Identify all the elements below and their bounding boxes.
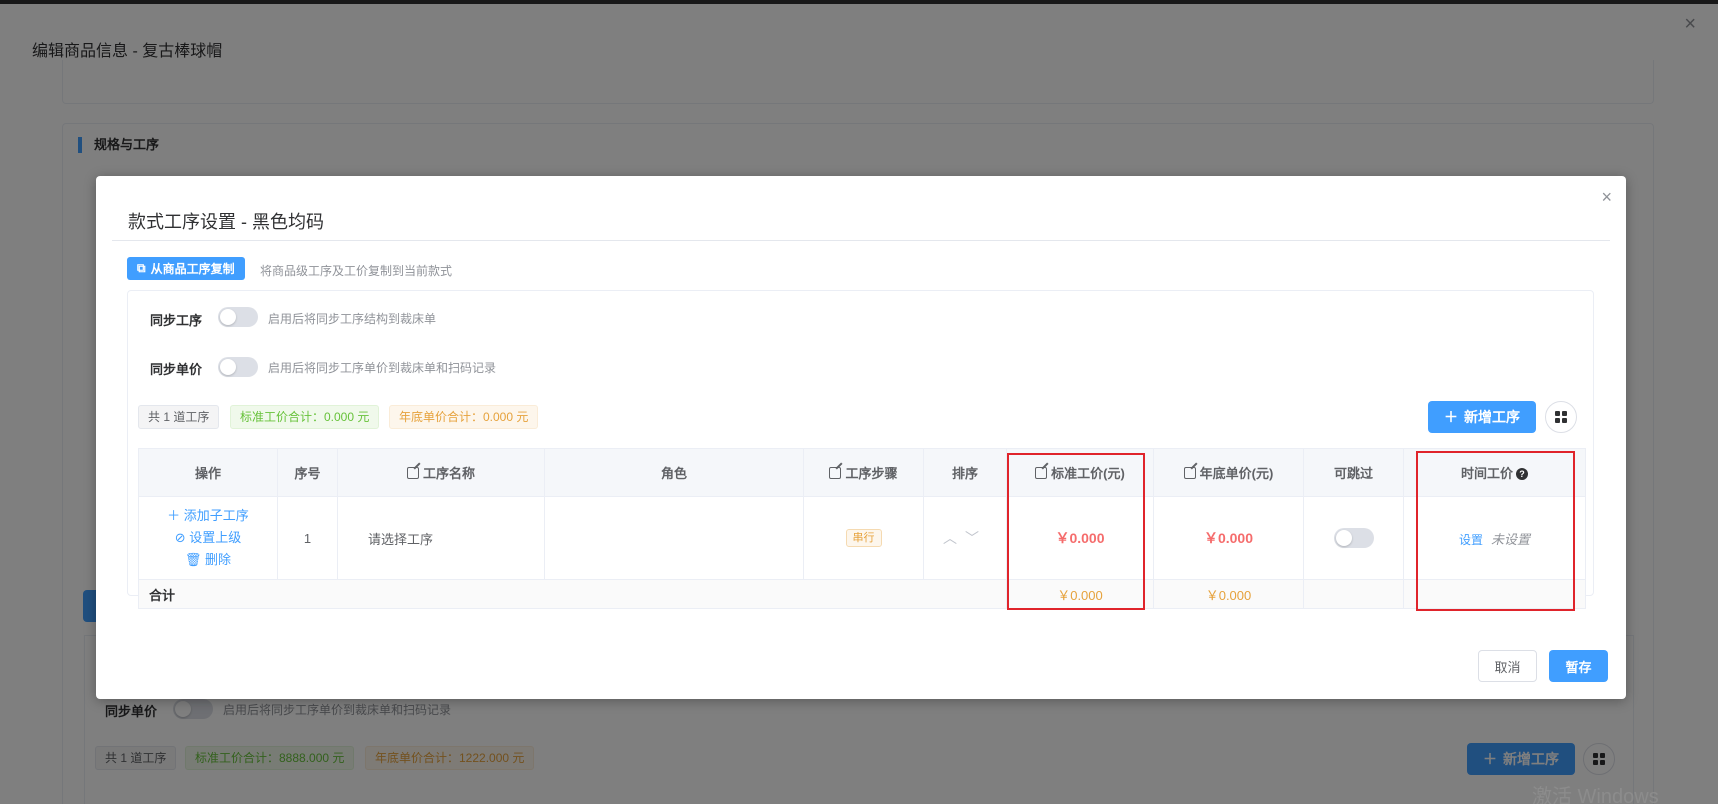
sync-price-hint: 启用后将同步工序单价到裁床单和扫码记录 [268,361,497,375]
header-seq: 序号 [277,448,338,497]
year-price-value[interactable]: ￥0.000 [1204,530,1253,546]
edit-icon [829,467,842,479]
layout-toggle-button[interactable] [1545,401,1577,433]
set-parent-link[interactable]: ⊘ 设置上级 [139,527,277,549]
sort-cell: ︿﹀ [923,496,1007,580]
std-price-total-tag: 标准工价合计：0.000 元 [230,405,380,429]
copy-button-label: 从商品工序复制 [150,262,235,276]
close-icon[interactable]: × [1601,188,1612,206]
add-child-label: 添加子工序 [183,508,249,523]
plus-icon: ＋ [1444,409,1458,425]
trash-icon: 🗑 [184,552,206,567]
table-footer-row: 合计 ￥0.000 ￥0.000 [138,579,1586,609]
header-ops: 操作 [138,448,278,497]
copy-from-product-button[interactable]: ⧉ 从商品工序复制 [127,257,245,280]
header-year-price-label: 年底单价(元) [1199,466,1274,481]
header-step: 工序步骤 [803,448,924,497]
process-count-tag: 共 1 道工序 [138,405,220,429]
header-step-label: 工序步骤 [845,466,898,481]
sync-price-label: 同步单价 [150,362,203,377]
seq-cell: 1 [277,496,338,580]
sync-price-toggle[interactable] [218,357,258,377]
skippable-toggle[interactable] [1333,528,1374,548]
sort-up-down-icon[interactable]: ︿﹀ [943,530,987,546]
table-header-row: 操作 序号 工序名称 角色 工序步骤 排序 标准工价(元) 年底单价(元) 可跳… [138,448,1586,497]
plus-icon: ＋ [167,508,184,523]
add-child-process-link[interactable]: ＋ 添加子工序 [139,505,277,527]
sync-process-hint: 启用后将同步工序结构到裁床单 [268,312,437,326]
add-process-label: 新增工序 [1464,409,1520,425]
footer-empty-cell [1303,579,1404,609]
header-name-label: 工序名称 [422,466,475,481]
cancel-button[interactable]: 取消 [1478,650,1537,682]
highlight-box-std-price [1007,453,1145,610]
set-parent-label: 设置上级 [189,530,242,545]
step-cell: 串行 [803,496,924,580]
process-name-cell[interactable]: 请选择工序 [337,496,545,580]
year-price-cell[interactable]: ￥0.000 [1153,496,1304,580]
add-process-button[interactable]: ＋ 新增工序 [1428,401,1536,433]
grid-icon [1555,411,1567,423]
highlight-box-time-price [1416,451,1575,611]
edit-icon [1183,467,1196,479]
serial-tag[interactable]: 串行 [845,529,882,547]
delete-link[interactable]: 🗑 删除 [139,549,277,571]
header-role: 角色 [544,448,804,497]
year-price-total-tag: 年底单价合计：0.000 元 [389,405,539,429]
delete-label: 删除 [205,552,232,567]
save-draft-button[interactable]: 暂存 [1549,650,1608,682]
link-icon: ⊘ [174,530,190,545]
header-skippable: 可跳过 [1303,448,1404,497]
edit-icon [406,467,419,479]
copy-hint: 将商品级工序及工价复制到当前款式 [260,264,453,278]
process-table: 操作 序号 工序名称 角色 工序步骤 排序 标准工价(元) 年底单价(元) 可跳… [138,448,1586,609]
footer-year-total-value: ￥0.000 [1205,587,1252,603]
sync-process-label: 同步工序 [150,313,203,328]
header-year-price: 年底单价(元) [1153,448,1304,497]
copy-icon: ⧉ [137,261,146,275]
dialog-title: 款式工序设置 - 黑色均码 [128,212,324,232]
header-sort: 排序 [923,448,1007,497]
skippable-cell [1303,496,1404,580]
windows-activation-watermark: 激活 Windows [1532,786,1659,804]
table-row: ＋ 添加子工序 ⊘ 设置上级 🗑 删除 1 请选择工序 串行 ︿﹀ ￥0.000… [138,496,1586,580]
process-name-select[interactable]: 请选择工序 [368,532,433,547]
style-process-dialog: 款式工序设置 - 黑色均码 × ⧉ 从商品工序复制 将商品级工序及工价复制到当前… [96,176,1626,699]
ops-cell: ＋ 添加子工序 ⊘ 设置上级 🗑 删除 [138,496,278,580]
title-divider [112,240,1610,241]
role-cell[interactable] [544,496,804,580]
footer-total-label: 合计 [138,579,1007,609]
header-name: 工序名称 [337,448,545,497]
footer-year-total: ￥0.000 [1153,579,1304,609]
sync-process-toggle[interactable] [218,307,258,327]
